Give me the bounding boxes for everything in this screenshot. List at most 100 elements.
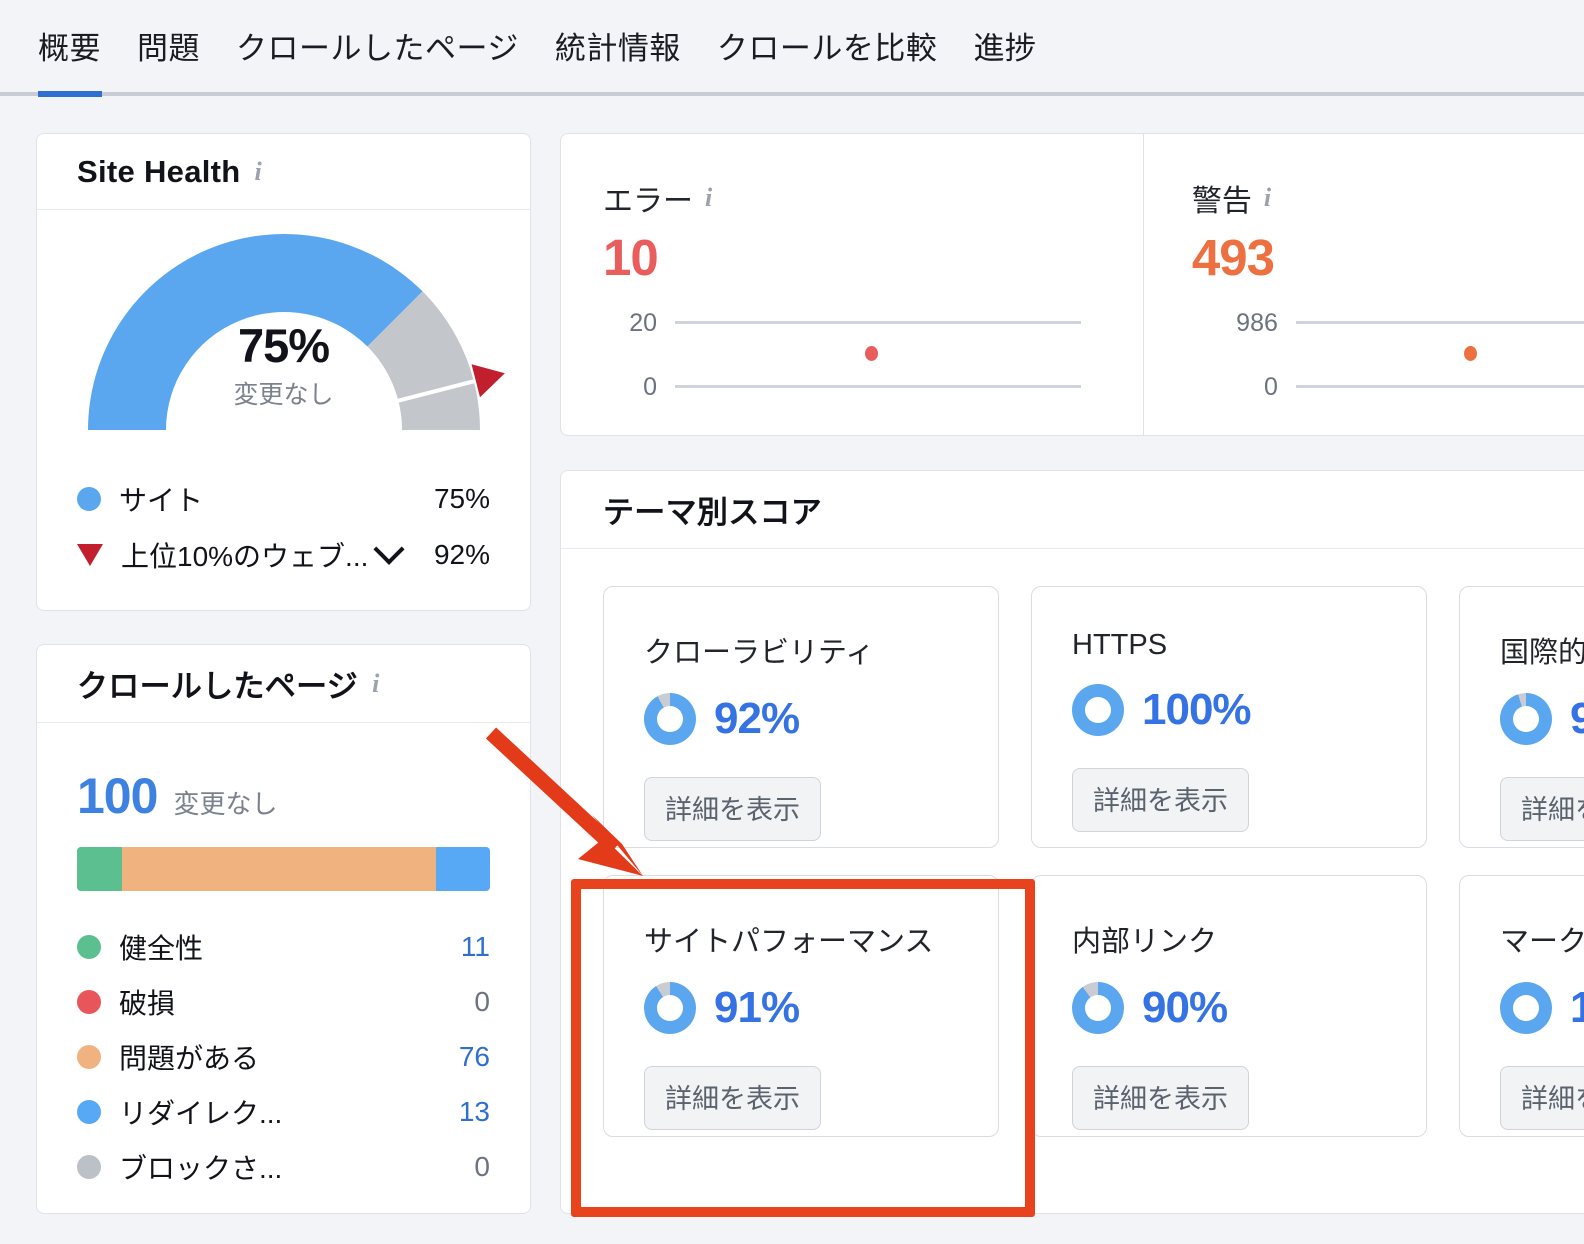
crawled-row-2[interactable]: 問題がある 76 [37, 1029, 530, 1084]
tab-2[interactable]: クロールしたページ [218, 33, 537, 91]
dot-icon [77, 1099, 101, 1124]
tab-list: 概要 問題 クロールしたページ 統計情報 クロールを比較 進捗 [0, 0, 1584, 91]
donut-hole [1085, 697, 1111, 723]
tab-1[interactable]: 問題 [119, 33, 218, 91]
bar-segment-1 [122, 847, 437, 891]
view-details-button[interactable]: 詳細を表示 [1072, 1066, 1249, 1130]
crawled-breakdown-list: 健全性 11 破損 0 問題がある 76 リダイレク... 13 ブロックさ... 0 [37, 919, 530, 1194]
site-health-header: Site Health i [37, 134, 530, 210]
crawled-pages-card: クロールしたページ i 100 変更なし 健全性 11 破損 0 問題がある 76 リダイレ… [36, 644, 531, 1214]
view-details-button[interactable]: 詳細を表示 [644, 777, 821, 841]
legend-label: 上位10%のウェブ... [121, 541, 369, 572]
theme-scores-header: テーマ別スコア [561, 471, 1584, 549]
info-icon[interactable]: i [255, 157, 262, 187]
errors-sparkline: 20 0 [603, 309, 1143, 405]
gauge-center-label: 75% 変更なし [37, 318, 530, 411]
donut-chart-icon [1500, 693, 1552, 745]
info-icon[interactable]: i [705, 183, 712, 213]
bar-segment-2 [436, 847, 490, 891]
tab-label: クロールしたページ [236, 31, 519, 66]
score-card-percent: 92% [714, 694, 800, 743]
view-details-button[interactable]: 詳細を表示 [1072, 768, 1249, 832]
crawled-total: 100 [77, 768, 158, 824]
score-card-percent: 91% [714, 983, 800, 1032]
chevron-down-icon[interactable] [373, 533, 405, 565]
score-card-percent: 9 [1570, 694, 1584, 743]
legend-label: サイト [119, 485, 204, 516]
tab-5[interactable]: 進捗 [955, 33, 1054, 91]
errors-value: 10 [603, 229, 659, 286]
score-card-value-row: 90% [1072, 982, 1426, 1034]
errors-header: エラー i [603, 176, 1143, 220]
score-card-1[interactable]: HTTPS 100% 詳細を表示 [1031, 586, 1427, 848]
donut-hole [1085, 995, 1111, 1021]
crawled-row-3[interactable]: リダイレク... 13 [37, 1084, 530, 1139]
donut-hole [657, 706, 683, 732]
donut-chart-icon [644, 982, 696, 1034]
active-tab-indicator [38, 91, 102, 97]
tab-bar: 概要 問題 クロールしたページ 統計情報 クロールを比較 進捗 [0, 0, 1584, 97]
theme-scores-title: テーマ別スコア [603, 495, 823, 530]
warnings-axis-bottom: 0 [1263, 373, 1278, 401]
warnings-header: 警告 i [1192, 176, 1584, 220]
tab-label: 概要 [38, 31, 101, 66]
tab-label: 進捗 [973, 31, 1037, 66]
tab-3[interactable]: 統計情報 [537, 33, 699, 91]
errors-label: エラー [603, 185, 693, 218]
crawled-pages-header: クロールしたページ i [37, 645, 530, 723]
tab-label: 統計情報 [554, 31, 681, 66]
site-health-gauge: 75% 変更なし [37, 210, 532, 440]
crawled-row-label: 健全性 [119, 932, 204, 964]
crawled-row-value[interactable]: 76 [426, 1041, 490, 1073]
crawled-row-1[interactable]: 破損 0 [37, 974, 530, 1029]
crawled-row-label: ブロックさ... [119, 1152, 283, 1184]
tab-0[interactable]: 概要 [36, 33, 119, 91]
warnings-stat: 警告 i 493 986 0 [1142, 134, 1584, 435]
dot-icon [77, 1154, 101, 1179]
theme-scores-card: テーマ別スコア クローラビリティ 92% 詳細を表示 HTTPS 100% 詳細を表示 国際… [560, 470, 1584, 1214]
errors-data-point [865, 346, 878, 361]
score-card-value-row: 1 [1500, 982, 1584, 1034]
score-card-0[interactable]: クローラビリティ 92% 詳細を表示 [603, 586, 999, 848]
crawled-row-0[interactable]: 健全性 11 [37, 919, 530, 974]
score-card-title: 内部リンク [1072, 926, 1218, 958]
score-card-title: マーク... [1500, 926, 1584, 958]
warnings-sparkline: 986 0 [1192, 309, 1584, 405]
crawled-row-value: 0 [474, 1150, 490, 1182]
score-card-3[interactable]: サイトパフォーマンス 91% 詳細を表示 [603, 875, 999, 1137]
donut-chart-icon [1500, 982, 1552, 1034]
view-details-button[interactable]: 詳細を表示 [644, 1066, 821, 1130]
score-card-percent: 90% [1142, 983, 1228, 1032]
score-card-4[interactable]: 内部リンク 90% 詳細を表示 [1031, 875, 1427, 1137]
view-details-button[interactable]: 詳細を表示 [1500, 777, 1584, 841]
errors-gridline-top [675, 321, 1081, 324]
legend-value: 92% [433, 539, 490, 570]
warnings-axis-top: 986 [1236, 309, 1278, 337]
dot-icon [77, 487, 101, 511]
site-health-card: Site Health i 75% 変更なし サイト 75% 上位10%のウェブ..… [36, 133, 531, 611]
info-icon[interactable]: i [372, 669, 379, 699]
gauge-percent: 75% [237, 319, 330, 372]
warnings-gridline-bottom [1295, 385, 1584, 388]
donut-chart-icon [1072, 982, 1124, 1034]
legend-row-1[interactable]: 上位10%のウェブ... 92% [37, 527, 530, 583]
crawled-row-value[interactable]: 11 [426, 931, 490, 963]
crawled-row-4[interactable]: ブロックさ... 0 [37, 1139, 530, 1194]
errors-axis-bottom: 0 [643, 373, 657, 401]
legend-row-0[interactable]: サイト 75% [37, 471, 530, 527]
crawled-change: 変更なし [173, 789, 278, 819]
warnings-data-point [1463, 346, 1477, 361]
info-icon[interactable]: i [1264, 183, 1271, 213]
donut-hole [1513, 995, 1539, 1021]
site-health-title: Site Health [77, 153, 241, 189]
site-health-legend: サイト 75% 上位10%のウェブ... 92% [37, 471, 530, 583]
score-card-2[interactable]: 国際的... 9 詳細を表示 [1459, 586, 1584, 848]
view-details-button[interactable]: 詳細を表示 [1500, 1066, 1584, 1130]
errors-stat: エラー i 10 20 0 [561, 134, 1143, 435]
tab-4[interactable]: クロールを比較 [699, 33, 956, 91]
issues-summary-card: エラー i 10 20 0 警告 i 493 986 0 [560, 133, 1584, 436]
score-card-5[interactable]: マーク... 1 詳細を表示 [1459, 875, 1584, 1137]
crawled-total-row: 100 変更なし [37, 723, 530, 825]
crawled-row-value[interactable]: 13 [426, 1096, 490, 1128]
dot-icon [77, 934, 101, 959]
